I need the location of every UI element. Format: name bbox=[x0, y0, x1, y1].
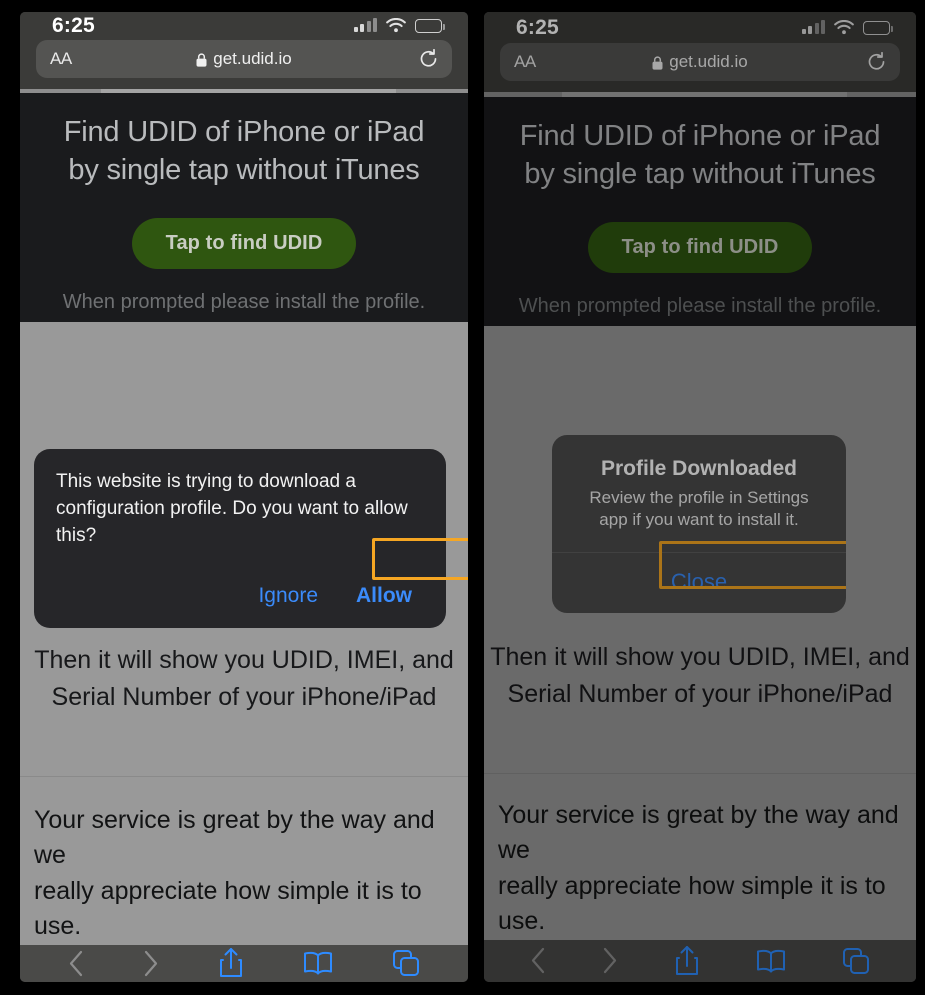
reload-icon[interactable] bbox=[419, 48, 438, 69]
install-profile-hint: When prompted please install the profile… bbox=[518, 294, 882, 317]
screenshot-stage: 6:25 AA get.udid.io Find UDID of iPhone … bbox=[0, 0, 925, 995]
alert-title: Profile Downloaded bbox=[600, 457, 797, 480]
text-size-icon[interactable]: AA bbox=[514, 52, 536, 72]
headline-line-2: by single tap without iTunes bbox=[524, 158, 876, 191]
share-icon[interactable] bbox=[218, 947, 244, 979]
status-bar-time: 6:25 bbox=[516, 15, 559, 39]
headline-line-1: Find UDID of iPhone or iPad bbox=[519, 119, 881, 152]
testimonial-line-1: Your service is great by the way and we bbox=[34, 805, 435, 870]
testimonial-line-2: really appreciate how simple it is to us… bbox=[498, 871, 886, 936]
battery-icon bbox=[863, 20, 893, 35]
headline-line-2: by single tap without iTunes bbox=[68, 154, 420, 187]
alert-subtitle: Review the profile in Settings app if yo… bbox=[552, 481, 846, 552]
reload-icon[interactable] bbox=[867, 52, 886, 72]
result-line-2: Serial Number of your iPhone/iPad bbox=[507, 679, 893, 708]
download-profile-alert: This website is trying to download a con… bbox=[34, 449, 446, 628]
browser-bottom-toolbar bbox=[484, 939, 916, 982]
close-button[interactable]: Close bbox=[552, 553, 846, 613]
url-text: get.udid.io bbox=[213, 48, 292, 68]
bookmarks-icon[interactable] bbox=[303, 950, 333, 976]
tabs-icon[interactable] bbox=[392, 949, 420, 977]
alert-message: This website is trying to download a con… bbox=[56, 469, 424, 550]
tap-to-find-udid-button[interactable]: Tap to find UDID bbox=[587, 221, 813, 273]
tap-to-find-udid-button[interactable]: Tap to find UDID bbox=[131, 217, 357, 269]
testimonial-line-2: really appreciate how simple it is to us… bbox=[34, 876, 422, 941]
status-bar-icons bbox=[353, 18, 445, 33]
profile-downloaded-alert: Profile Downloaded Review the profile in… bbox=[552, 435, 846, 613]
page-headline: Find UDID of iPhone or iPad by single ta… bbox=[494, 117, 906, 194]
text-size-icon[interactable]: AA bbox=[50, 49, 72, 69]
browser-bottom-toolbar bbox=[20, 944, 468, 982]
status-bar: 6:25 bbox=[484, 12, 916, 44]
hero-section: Find UDID of iPhone or iPad by single ta… bbox=[484, 96, 916, 326]
address-bar[interactable]: AA get.udid.io bbox=[36, 39, 452, 78]
share-icon[interactable] bbox=[674, 945, 700, 977]
result-line-1: Then it will show you UDID, IMEI, and bbox=[34, 645, 454, 674]
phone-screenshot-left: 6:25 AA get.udid.io Find UDID of iPhone … bbox=[20, 12, 468, 982]
lock-icon bbox=[196, 52, 207, 67]
forward-icon[interactable] bbox=[143, 950, 159, 977]
testimonial-text: Your service is great by the way and we … bbox=[20, 803, 468, 945]
allow-button[interactable]: Allow bbox=[346, 578, 422, 614]
url-display: get.udid.io bbox=[500, 52, 900, 72]
status-bar: 6:25 bbox=[20, 12, 468, 40]
cellular-signal-icon bbox=[801, 20, 825, 35]
cellular-signal-icon bbox=[353, 18, 377, 33]
hero-section: Find UDID of iPhone or iPad by single ta… bbox=[20, 92, 468, 322]
browser-chrome: AA get.udid.io bbox=[484, 43, 916, 93]
page-content: Accept installation of the OTA certifica… bbox=[484, 325, 916, 940]
bookmarks-icon[interactable] bbox=[756, 948, 786, 974]
forward-icon[interactable] bbox=[602, 947, 618, 974]
back-icon[interactable] bbox=[68, 950, 84, 977]
alert-subtitle-line-2: you want to install it. bbox=[645, 510, 799, 530]
url-text: get.udid.io bbox=[669, 52, 748, 72]
address-bar[interactable]: AA get.udid.io bbox=[500, 43, 900, 82]
page-content: Accept installation of the OTA certifica… bbox=[20, 321, 468, 945]
tabs-icon[interactable] bbox=[842, 947, 870, 975]
status-bar-time: 6:25 bbox=[52, 13, 95, 37]
headline-line-1: Find UDID of iPhone or iPad bbox=[63, 115, 425, 148]
wifi-icon bbox=[386, 18, 406, 33]
page-headline: Find UDID of iPhone or iPad by single ta… bbox=[30, 113, 458, 190]
back-icon[interactable] bbox=[530, 947, 546, 974]
wifi-icon bbox=[834, 20, 854, 35]
result-line-1: Then it will show you UDID, IMEI, and bbox=[490, 642, 910, 671]
browser-chrome: AA get.udid.io bbox=[20, 39, 468, 89]
install-profile-hint: When prompted please install the profile… bbox=[62, 290, 426, 313]
result-text: Then it will show you UDID, IMEI, and Se… bbox=[484, 639, 916, 713]
battery-icon bbox=[415, 18, 445, 33]
status-bar-icons bbox=[801, 20, 893, 35]
result-text: Then it will show you UDID, IMEI, and Se… bbox=[20, 642, 468, 716]
url-display: get.udid.io bbox=[36, 49, 452, 69]
phone-screenshot-right: 6:25 AA get.udid.io Find UDID of iPhone … bbox=[484, 12, 916, 982]
alert-actions: Ignore Allow bbox=[56, 578, 424, 614]
testimonial-text: Your service is great by the way and we … bbox=[484, 798, 916, 940]
testimonial-line-1: Your service is great by the way and we bbox=[498, 800, 899, 865]
result-line-2: Serial Number of your iPhone/iPad bbox=[51, 682, 437, 711]
lock-icon bbox=[652, 55, 663, 70]
ignore-button[interactable]: Ignore bbox=[248, 578, 328, 614]
